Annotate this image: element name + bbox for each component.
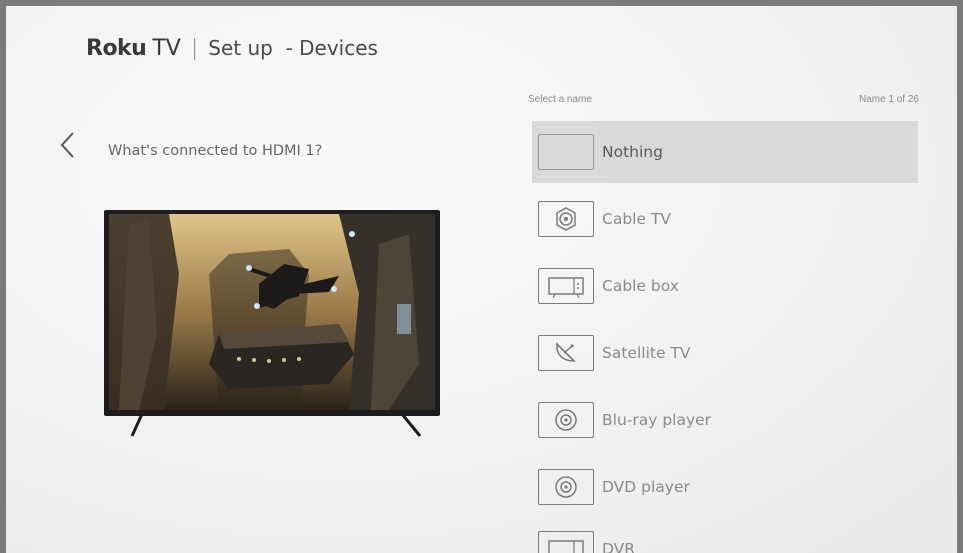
device-item-dvd-player[interactable]: DVD player [532,456,918,518]
device-item-nothing[interactable]: Nothing [532,121,918,183]
device-item-label: Nothing [602,143,663,161]
back-chevron-icon[interactable] [58,130,76,160]
cable-box-icon [538,268,594,304]
disc-icon [538,402,594,438]
tv-illustration [104,210,440,440]
device-item-dvr[interactable]: DVR [532,518,918,553]
blank-icon [538,134,594,170]
device-item-cable-box[interactable]: Cable box [532,255,918,317]
disc-icon [538,469,594,505]
header: Roku TV | Set up - Devices [86,36,378,70]
tv-logo-text: TV [152,36,181,61]
name-count-label: Name 1 of 26 [858,94,919,105]
page-title: Set up - Devices [208,36,378,60]
device-item-label: Cable TV [602,210,672,228]
scifi-scene-image [109,214,435,410]
device-item-cable-tv[interactable]: Cable TV [532,188,918,250]
tv-frame [104,210,440,416]
satellite-dish-icon [538,335,594,371]
device-item-label: DVR [602,540,636,553]
device-item-blu-ray-player[interactable]: Blu-ray player [532,389,918,451]
tv-stand-legs [130,413,422,437]
device-item-label: Cable box [602,277,679,295]
hdmi-question: What's connected to HDMI 1? [108,143,323,159]
header-separator: | [190,36,199,61]
device-item-label: Blu-ray player [602,411,712,429]
dvr-icon [538,531,594,553]
device-item-satellite-tv[interactable]: Satellite TV [532,322,918,384]
tv-screen-image [109,214,435,410]
device-item-label: Satellite TV [602,344,691,362]
device-item-label: DVD player [602,478,690,496]
cable-connector-icon [538,201,594,237]
setup-screen: Roku TV | Set up - Devices What's connec… [6,6,957,553]
select-a-name-label: Select a name [528,94,592,105]
roku-logo: Roku [86,36,147,61]
